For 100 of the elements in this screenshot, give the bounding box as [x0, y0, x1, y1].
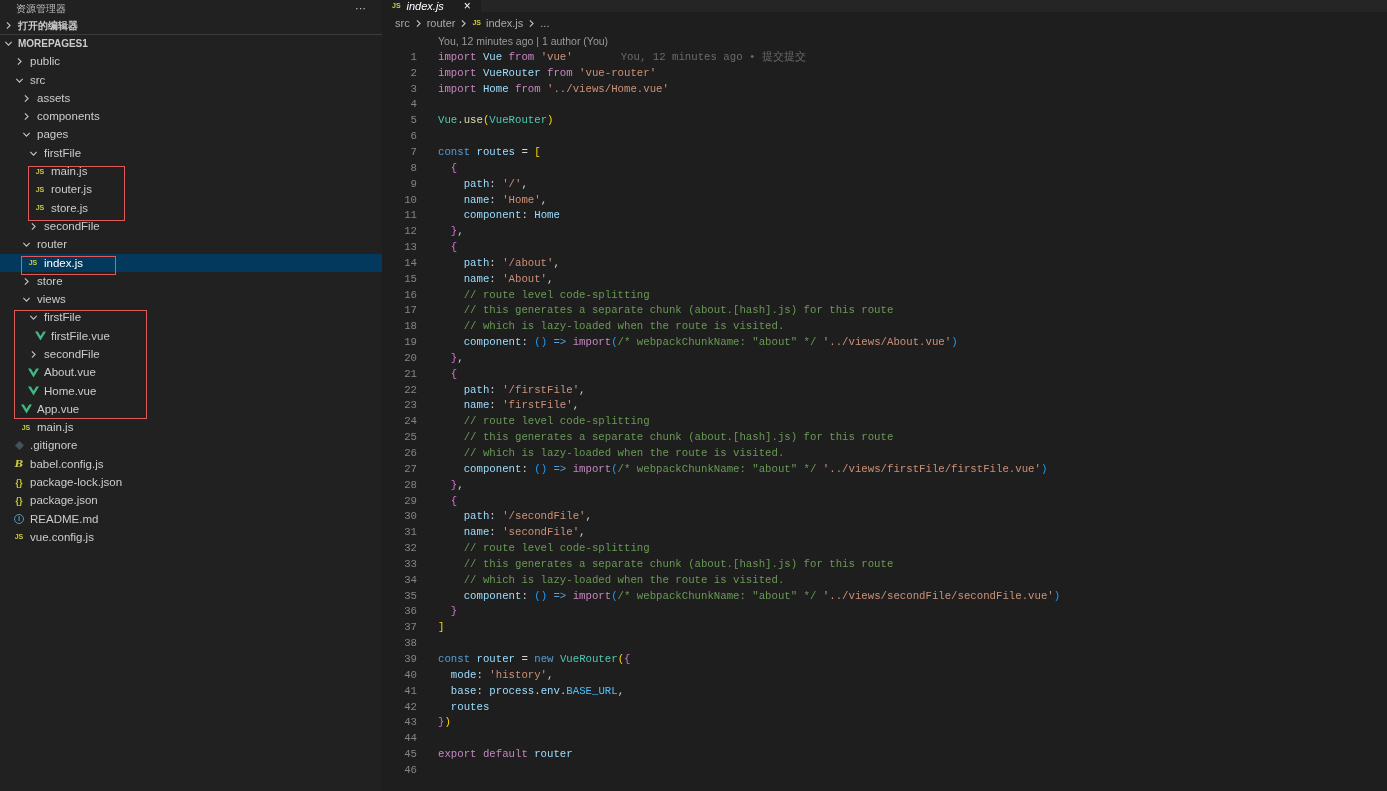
vue-logo-icon [34, 331, 46, 342]
diamond-icon [14, 441, 24, 451]
line-number: 21 [403, 366, 417, 382]
code-line: import VueRouter from 'vue-router' [438, 65, 657, 81]
code-line: name: 'secondFile', [462, 525, 586, 541]
file-tree-item[interactable]: firstFile [0, 144, 382, 163]
line-number: 6 [409, 129, 417, 145]
file-tree-item[interactable]: public [0, 52, 382, 71]
line-number: 8 [409, 160, 417, 176]
file-tree-item[interactable]: store [0, 272, 382, 291]
code-line: component: () => import(/* webpackChunkName: "about" */ '../views/firstFile/firstFile.vue') [462, 461, 1048, 477]
panel-title: 资源管理器 [16, 1, 66, 16]
code-line: const router = new VueRouter({ [438, 651, 631, 667]
line-number: 27 [403, 461, 417, 477]
code-line: path: '/secondFile', [462, 509, 592, 525]
braces-file-icon: {} [15, 477, 23, 488]
code-line: // route level code-splitting [462, 414, 650, 430]
breadcrumb-item[interactable]: router [426, 14, 456, 32]
code-line: path: '/', [462, 176, 528, 192]
line-number: 13 [403, 240, 417, 256]
line-number: 12 [403, 224, 417, 240]
file-tree-item[interactable]: src [0, 70, 382, 90]
file-tree-item[interactable]: {} package.json [0, 491, 382, 510]
line-number: 30 [403, 509, 417, 525]
code-line: import Home from '../views/Home.vue' [438, 81, 669, 97]
line-number: 36 [403, 604, 417, 620]
line-number: 42 [403, 699, 417, 715]
line-number: 1 [409, 49, 417, 65]
line-number: 31 [403, 525, 417, 541]
file-tree-item[interactable]: secondFile [0, 217, 382, 236]
line-number: 38 [403, 636, 417, 652]
line-number: 44 [403, 731, 417, 747]
file-tree-item[interactable]: secondFile [0, 345, 382, 364]
code-line: }, [449, 350, 464, 366]
code-line: base: process.env.BASE_URL, [449, 683, 625, 699]
code-line: mode: 'history', [449, 667, 554, 683]
code-line: { [449, 366, 458, 382]
line-number: 9 [409, 176, 417, 192]
line-number: 39 [403, 651, 417, 667]
line-number: 16 [403, 287, 417, 303]
line-number: 15 [403, 271, 417, 287]
line-number: 25 [403, 430, 417, 446]
file-tree-item[interactable]: .gitignore [0, 436, 382, 456]
code-line: routes [449, 699, 490, 715]
file-tree-item[interactable]: router [0, 235, 382, 254]
code-line: component: () => import(/* webpackChunkName: "about" */ '../views/secondFile/secondFile.vue') [462, 588, 1061, 604]
file-tree-item[interactable]: i README.md [0, 510, 382, 529]
file-tree-item[interactable]: {} package-lock.json [0, 473, 382, 492]
code-line: import Vue from 'vue' [438, 49, 573, 65]
section-header[interactable]: MOREPAGES1 [0, 34, 382, 53]
line-number: 24 [403, 414, 417, 430]
code-line: name: 'About', [462, 271, 554, 287]
code-line: const routes = [ [438, 144, 541, 160]
section-header[interactable]: 打开的编辑器 [0, 16, 382, 35]
line-number: 2 [409, 65, 417, 81]
code-line: name: 'firstFile', [462, 398, 580, 414]
file-tree-item[interactable]: pages [0, 125, 382, 145]
code-line: // which is lazy-loaded when the route is visited. [462, 446, 785, 461]
code-line: path: '/about', [462, 255, 560, 271]
code-line: component: () => import(/* webpackChunkName: "about" */ '../views/About.vue') [462, 335, 958, 351]
code-line: // this generates a separate chunk (about.[hash].js) for this route [462, 556, 894, 572]
file-tree-item[interactable]: firstFile [0, 308, 382, 328]
close-button[interactable]: × [463, 0, 471, 12]
line-number: 28 [403, 477, 417, 493]
line-number: 4 [409, 97, 417, 113]
line-number: 11 [403, 208, 417, 224]
file-tree-item[interactable]: App.vue [0, 400, 382, 419]
line-number: 34 [403, 572, 417, 588]
line-number: 5 [409, 113, 417, 129]
code-line: } [449, 604, 458, 620]
breadcrumb-item[interactable]: ... [540, 14, 550, 32]
file-tree-item[interactable]: About.vue [0, 363, 382, 382]
chevron-right-icon [459, 18, 469, 28]
vue-logo-icon [27, 386, 39, 397]
code-line: component: Home [462, 208, 560, 224]
code-line: path: '/firstFile', [462, 382, 586, 398]
code-line: // route level code-splitting [462, 541, 650, 557]
line-number: 22 [403, 382, 417, 398]
line-number: 43 [403, 715, 417, 731]
file-tree-item[interactable]: views [0, 290, 382, 309]
code-line: // route level code-splitting [462, 287, 650, 303]
more-actions-button[interactable]: ··· [355, 2, 366, 14]
codelens-text: You, 12 minutes ago | 1 author (You) [438, 33, 609, 49]
code-line: }) [438, 715, 451, 731]
line-number: 29 [403, 493, 417, 509]
line-number: 41 [403, 683, 417, 699]
file-tree-item[interactable]: firstFile.vue [0, 327, 382, 346]
code-line: // this generates a separate chunk (about.[hash].js) for this route [462, 430, 894, 446]
code-line: }, [449, 477, 464, 493]
line-number: 19 [403, 335, 417, 351]
file-tree-item[interactable]: B babel.config.js [0, 455, 382, 474]
file-tree-item[interactable]: components [0, 107, 382, 126]
breadcrumb-item[interactable]: src [395, 14, 410, 32]
babel-file-icon: B [14, 459, 24, 470]
line-number: 37 [403, 620, 417, 636]
code-line: { [449, 240, 458, 256]
chevron-right-icon [527, 18, 537, 28]
line-number: 7 [409, 144, 417, 160]
file-tree-item[interactable]: Home.vue [0, 381, 382, 401]
file-tree-item[interactable]: assets [0, 89, 382, 108]
